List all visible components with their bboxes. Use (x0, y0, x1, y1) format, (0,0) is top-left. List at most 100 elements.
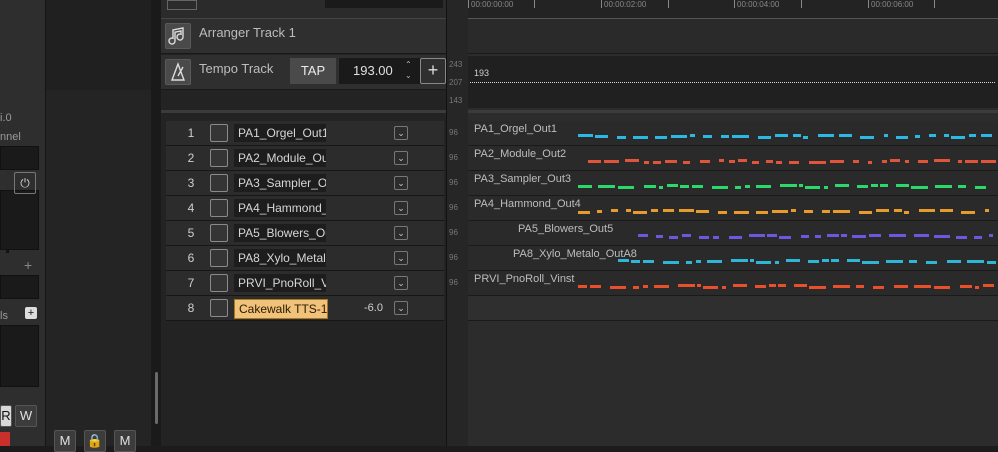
synth-icon[interactable] (210, 224, 228, 242)
toolbar-field[interactable] (325, 0, 443, 8)
midi-clip[interactable]: PA8_Xylo_Metalo_OutA8 (468, 246, 998, 271)
tempo-spinner-icon[interactable]: ⌃ ⌄ (405, 59, 412, 81)
pan-grid[interactable] (0, 190, 39, 250)
chevron-down-icon[interactable]: ⌄ (394, 176, 408, 190)
keyboard-icon[interactable] (210, 299, 228, 317)
note-mark (824, 186, 828, 189)
track-name-field[interactable]: PA3_Sampler_Ou (234, 174, 326, 192)
track-row-selected[interactable]: 8 Cakewalk TTS-1 -6.0 ⌄ (166, 296, 444, 321)
tempo-value-field[interactable]: 193.00 ⌃ ⌄ (339, 58, 421, 84)
chevron-down-icon[interactable]: ⌄ (394, 226, 408, 240)
scroll-thumb[interactable] (155, 372, 158, 424)
add-fx-icon[interactable]: + (25, 307, 37, 319)
note-mark (909, 260, 917, 263)
synth-icon[interactable] (210, 124, 228, 142)
note-mark (633, 136, 648, 139)
synth-icon[interactable] (210, 274, 228, 292)
midi-clip[interactable]: PA1_Orgel_Out1 (468, 121, 998, 146)
empty-clip-lane[interactable] (468, 296, 998, 321)
midi-clip[interactable]: PRVI_PnoRoll_Vinst (468, 271, 998, 296)
midi-clip[interactable]: PA5_Blowers_Out5 (468, 221, 998, 246)
note-mark (956, 236, 967, 239)
midi-clip[interactable]: PA3_Sampler_Out3 (468, 171, 998, 196)
channel-field[interactable] (0, 146, 39, 170)
power-icon[interactable]: ⏻ (14, 172, 36, 194)
note-mark (833, 285, 850, 288)
note-mark (598, 185, 615, 188)
note-mark (732, 135, 749, 138)
track-row[interactable]: 5 PA5_Blowers_Out ⌄ (166, 221, 444, 246)
mute-button[interactable]: M (54, 430, 76, 452)
note-mark (700, 160, 710, 163)
track-name-field[interactable]: PA5_Blowers_Out (234, 224, 326, 242)
tempo-lane[interactable]: 193 (468, 56, 998, 108)
add-icon[interactable]: + (24, 257, 32, 273)
toolbar-button[interactable] (167, 0, 197, 10)
track-name-field[interactable]: PA8_Xylo_Metalc (234, 249, 326, 267)
ruler-label: 00:00:02:00 (604, 0, 647, 9)
chevron-down-icon[interactable]: ⌄ (394, 301, 408, 315)
inspector-scrollbar[interactable] (151, 0, 161, 446)
note-mark (822, 259, 829, 262)
add-tempo-button[interactable]: + (420, 58, 446, 84)
note-mark (822, 210, 830, 213)
time-ruler[interactable]: 00:00:00:00 00:00:02:00 00:00:04:00 00:0… (468, 0, 998, 19)
track-volume[interactable]: -6.0 (364, 296, 383, 320)
synth-icon[interactable] (210, 249, 228, 267)
note-mark (610, 286, 626, 289)
note-mark (633, 286, 639, 289)
note-mark (719, 159, 724, 162)
tempo-line[interactable] (470, 82, 995, 83)
track-name-field[interactable]: PA4_Hammond_ (234, 199, 326, 217)
track-name-field[interactable]: PRVI_PnoRoll_Vi (234, 274, 326, 292)
synth-icon[interactable] (210, 199, 228, 217)
arranger-track-header[interactable]: Arranger Track 1 (161, 19, 446, 54)
note-mark (767, 234, 777, 237)
lock-icon[interactable]: 🔒 (84, 430, 106, 452)
track-row[interactable]: 6 PA8_Xylo_Metalc ⌄ (166, 246, 444, 271)
note-mark (769, 284, 776, 287)
synth-icon[interactable] (210, 149, 228, 167)
inspector-secondary-panel: M 🔒 M (6, 0, 151, 452)
synth-icon[interactable] (210, 174, 228, 192)
track-row[interactable]: 2 PA2_Module_Out ⌄ (166, 146, 444, 171)
tap-tempo-button[interactable]: TAP (290, 58, 336, 84)
mute-button-2[interactable]: M (114, 430, 136, 452)
note-mark (794, 284, 807, 287)
chevron-down-icon[interactable]: ⌄ (394, 126, 408, 140)
note-mark (833, 210, 850, 213)
note-mark (935, 185, 952, 188)
note-mark (643, 285, 648, 288)
record-button[interactable]: R (0, 405, 12, 427)
chevron-down-icon[interactable]: ⌄ (394, 276, 408, 290)
arranger-lane[interactable] (468, 19, 998, 54)
track-row[interactable]: 3 PA3_Sampler_Ou ⌄ (166, 171, 444, 196)
divider[interactable] (161, 110, 446, 113)
note-mark (686, 261, 692, 264)
note-mark (721, 135, 729, 138)
track-row[interactable]: 4 PA4_Hammond_ ⌄ (166, 196, 444, 221)
chevron-down-icon[interactable]: ⌄ (394, 201, 408, 215)
note-mark (644, 161, 649, 164)
note-mark (663, 209, 674, 212)
midi-clip[interactable]: PA2_Module_Out2 (468, 146, 998, 171)
chevron-down-icon[interactable]: ⌄ (394, 251, 408, 265)
note-mark (707, 260, 722, 263)
track-name-field[interactable]: PA1_Orgel_Out1 (234, 124, 326, 142)
track-row[interactable]: 1 PA1_Orgel_Out1 ⌄ (166, 121, 444, 146)
track-number: 2 (187, 151, 195, 165)
fx-bin[interactable] (0, 325, 39, 387)
track-name-field[interactable]: PA2_Module_Out (234, 149, 326, 167)
track-row[interactable]: 7 PRVI_PnoRoll_Vi ⌄ (166, 271, 444, 296)
track-name-field[interactable]: Cakewalk TTS-1 (234, 299, 328, 319)
midi-clip[interactable]: PA4_Hammond_Out4 (468, 196, 998, 221)
divider[interactable] (468, 110, 998, 113)
chevron-down-icon[interactable]: ⌄ (394, 151, 408, 165)
output-field[interactable] (0, 275, 39, 299)
note-mark (815, 235, 821, 238)
scale-label: 96 (449, 128, 458, 137)
write-button[interactable]: W (15, 405, 37, 427)
tempo-lane-value: 193 (474, 68, 490, 78)
note-mark (644, 185, 656, 188)
note-mark (680, 185, 689, 188)
